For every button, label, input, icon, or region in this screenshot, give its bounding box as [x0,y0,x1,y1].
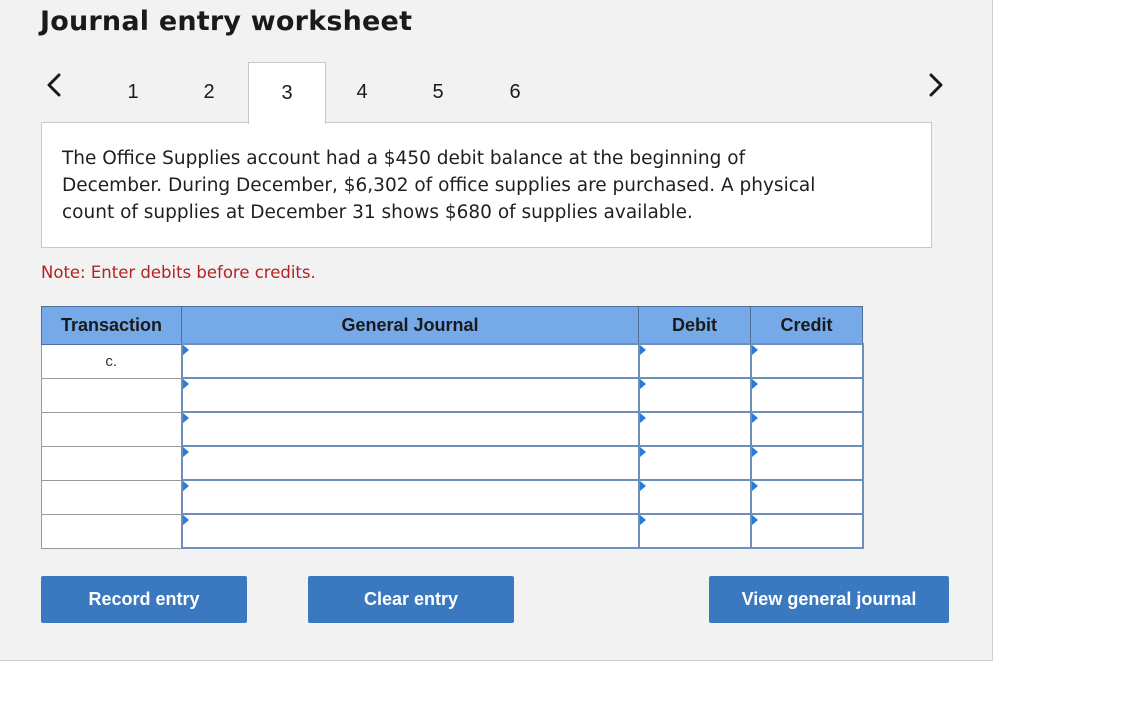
dropdown-marker-icon [751,447,758,457]
tab-5[interactable]: 5 [400,62,476,122]
tab-1[interactable]: 1 [95,62,171,122]
question-box: The Office Supplies account had a $450 d… [41,122,932,248]
debit-input[interactable] [637,479,752,515]
table-row [41,445,864,481]
dropdown-marker-icon [182,447,189,457]
dropdown-marker-icon [182,481,189,491]
column-header-debit: Debit [638,306,751,345]
clear-entry-button[interactable]: Clear entry [308,576,514,623]
debit-input[interactable] [637,445,752,481]
debit-input[interactable] [637,411,752,447]
dropdown-marker-icon [751,379,758,389]
dropdown-marker-icon [639,345,646,355]
column-header-transaction: Transaction [41,306,182,345]
column-header-credit: Credit [750,306,863,345]
page-title: Journal entry worksheet [40,6,413,37]
account-select[interactable] [180,377,640,413]
dropdown-marker-icon [182,413,189,423]
tab-4[interactable]: 4 [324,62,400,122]
column-header-general-journal: General Journal [181,306,639,345]
dropdown-marker-icon [182,515,189,525]
dropdown-marker-icon [182,345,189,355]
table-row [41,411,864,447]
transaction-cell [41,445,182,481]
credit-input[interactable] [749,343,864,379]
account-select[interactable] [180,445,640,481]
transaction-cell [41,377,182,413]
account-select[interactable] [180,343,640,379]
credit-input[interactable] [749,445,864,481]
debit-input[interactable] [637,377,752,413]
dropdown-marker-icon [182,379,189,389]
chevron-right-icon [928,73,944,97]
tab-3[interactable]: 3 [248,62,326,124]
account-select[interactable] [180,479,640,515]
dropdown-marker-icon [639,379,646,389]
record-entry-button[interactable]: Record entry [41,576,247,623]
instruction-note: Note: Enter debits before credits. [41,263,316,282]
debit-input[interactable] [637,513,752,549]
dropdown-marker-icon [751,413,758,423]
debit-input[interactable] [637,343,752,379]
tab-6[interactable]: 6 [477,62,553,122]
transaction-cell: c. [41,343,182,379]
dropdown-marker-icon [639,515,646,525]
general-journal-table: Transaction General Journal Debit Credit… [41,306,864,549]
prev-tab-button[interactable] [40,70,68,100]
transaction-cell [41,513,182,549]
table-row [41,513,864,549]
credit-input[interactable] [749,377,864,413]
table-header-row: Transaction General Journal Debit Credit [41,306,863,345]
transaction-cell [41,479,182,515]
credit-input[interactable] [749,479,864,515]
dropdown-marker-icon [751,345,758,355]
worksheet-panel: Journal entry worksheet 1 2 3 4 5 6 The … [0,0,993,661]
chevron-left-icon [46,73,62,97]
view-general-journal-button[interactable]: View general journal [709,576,949,623]
dropdown-marker-icon [751,481,758,491]
table-row: c. [41,343,864,379]
account-select[interactable] [180,411,640,447]
credit-input[interactable] [749,513,864,549]
account-select[interactable] [180,513,640,549]
dropdown-marker-icon [639,447,646,457]
dropdown-marker-icon [751,515,758,525]
transaction-cell [41,411,182,447]
dropdown-marker-icon [639,481,646,491]
credit-input[interactable] [749,411,864,447]
question-text: The Office Supplies account had a $450 d… [62,148,816,223]
next-tab-button[interactable] [922,70,950,100]
table-row [41,479,864,515]
dropdown-marker-icon [639,413,646,423]
tab-2[interactable]: 2 [171,62,247,122]
table-row [41,377,864,413]
